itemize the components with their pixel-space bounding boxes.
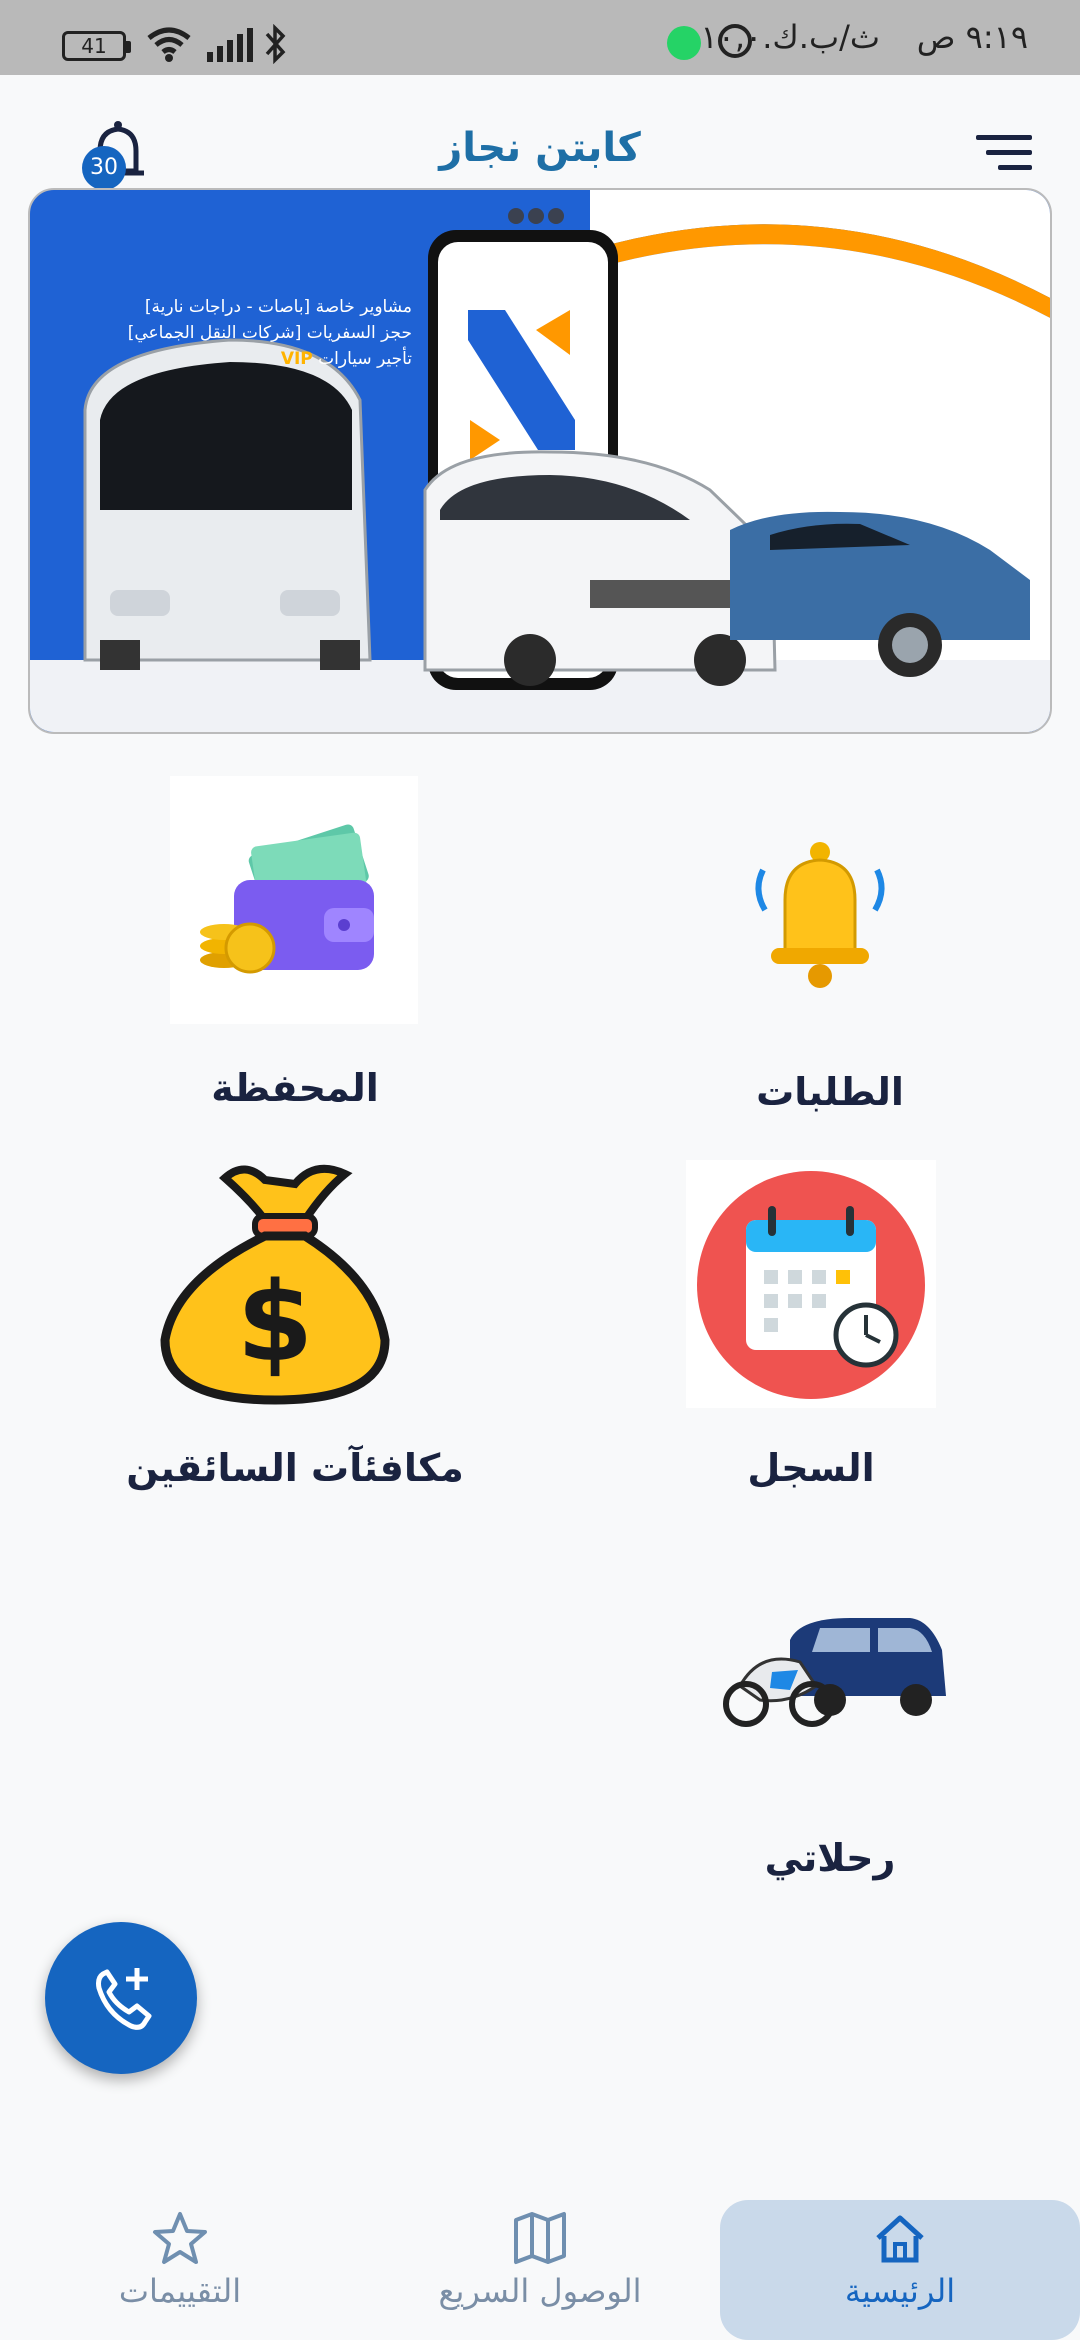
banner-services-list: مشاوير خاصة [باصات - دراجات نارية] حجز ا… bbox=[82, 294, 412, 372]
promo-banner[interactable]: مشاوير خاصة [باصات - دراجات نارية] حجز ا… bbox=[28, 188, 1052, 734]
add-call-button[interactable] bbox=[45, 1922, 197, 2074]
driver-rewards-tile[interactable]: $ مكافئآت السائقين bbox=[110, 1160, 480, 1500]
driver-rewards-label: مكافئآت السائقين bbox=[126, 1446, 464, 1490]
whatsapp-icon bbox=[667, 26, 701, 60]
star-icon bbox=[153, 2212, 207, 2264]
money-bag-icon: $ bbox=[160, 1164, 390, 1405]
banner-line-3: تأجير سيارات VIP bbox=[82, 346, 412, 372]
vehicles-icon bbox=[723, 1618, 946, 1727]
banner-illustration bbox=[30, 190, 1050, 732]
nav-quick-access-label: الوصول السريع bbox=[438, 2272, 642, 2310]
nav-home[interactable]: الرئيسية bbox=[720, 2200, 1080, 2340]
banner-line-1: مشاوير خاصة [باصات - دراجات نارية] bbox=[144, 297, 412, 317]
app-header: كابتن نجاز bbox=[0, 75, 1080, 185]
notifications-badge: 30 bbox=[82, 146, 126, 190]
bottom-navigation: التقييمات الوصول السريع الرئيسية bbox=[0, 2200, 1080, 2340]
banner-vip: VIP bbox=[280, 349, 313, 369]
wifi-icon bbox=[147, 27, 191, 62]
bluetooth-icon bbox=[265, 24, 286, 64]
banner-line-3-text: تأجير سيارات bbox=[318, 349, 412, 369]
status-bar: 41 ث/ب.ك.١٠,٠ ٩:١٩ ص bbox=[0, 0, 1080, 75]
bell-icon bbox=[755, 842, 885, 988]
requests-label: الطلبات bbox=[756, 1070, 904, 1114]
status-date: ث/ب.ك.١٠,٠ bbox=[700, 18, 880, 56]
my-trips-label: رحلاتي bbox=[764, 1836, 896, 1880]
nav-ratings-label: التقييمات bbox=[118, 2272, 242, 2310]
status-time: ٩:١٩ ص bbox=[916, 18, 1028, 56]
requests-tile[interactable]: الطلبات bbox=[700, 780, 960, 1120]
map-icon bbox=[514, 2212, 566, 2264]
wallet-icon bbox=[200, 824, 374, 974]
svg-text:$: $ bbox=[237, 1258, 314, 1386]
wallet-label: المحفظة bbox=[211, 1066, 379, 1110]
my-trips-tile[interactable]: رحلاتي bbox=[700, 1600, 960, 1900]
banner-line-2: حجز السفريات [شركات النقل الجماعي] bbox=[127, 323, 412, 343]
nav-ratings[interactable]: التقييمات bbox=[60, 2200, 300, 2340]
phone-plus-icon bbox=[96, 1968, 152, 2030]
calendar-icon bbox=[697, 1171, 925, 1399]
wallet-tile[interactable]: المحفظة bbox=[170, 776, 420, 1120]
banner-page-indicator bbox=[506, 208, 566, 228]
signal-icon bbox=[207, 28, 253, 62]
home-icon bbox=[876, 2215, 924, 2263]
nav-home-label: الرئيسية bbox=[844, 2272, 956, 2310]
battery-icon: 41 bbox=[62, 31, 131, 61]
history-label: السجل bbox=[747, 1446, 875, 1490]
nav-quick-access[interactable]: الوصول السريع bbox=[410, 2200, 670, 2340]
app-title: كابتن نجاز bbox=[439, 125, 641, 171]
history-tile[interactable]: السجل bbox=[686, 1160, 936, 1500]
